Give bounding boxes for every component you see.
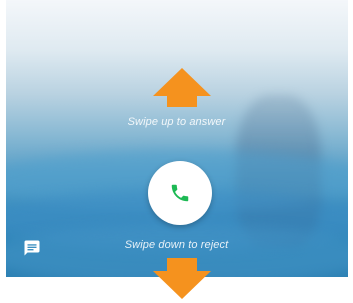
swipe-down-arrow-shaft [167, 258, 197, 272]
answer-call-button[interactable] [148, 161, 212, 225]
swipe-down-arrow-head [153, 271, 211, 299]
swipe-up-arrow-head [153, 68, 211, 96]
phone-icon [171, 184, 189, 202]
swipe-down-hint: Swipe down to reject [124, 239, 229, 251]
swipe-up-arrow-shaft [167, 95, 197, 107]
swipe-up-hint: Swipe up to answer [127, 116, 226, 128]
wallpaper-background [6, 0, 348, 277]
call-screen: Swipe up to answer Swipe down to reject [0, 0, 353, 303]
